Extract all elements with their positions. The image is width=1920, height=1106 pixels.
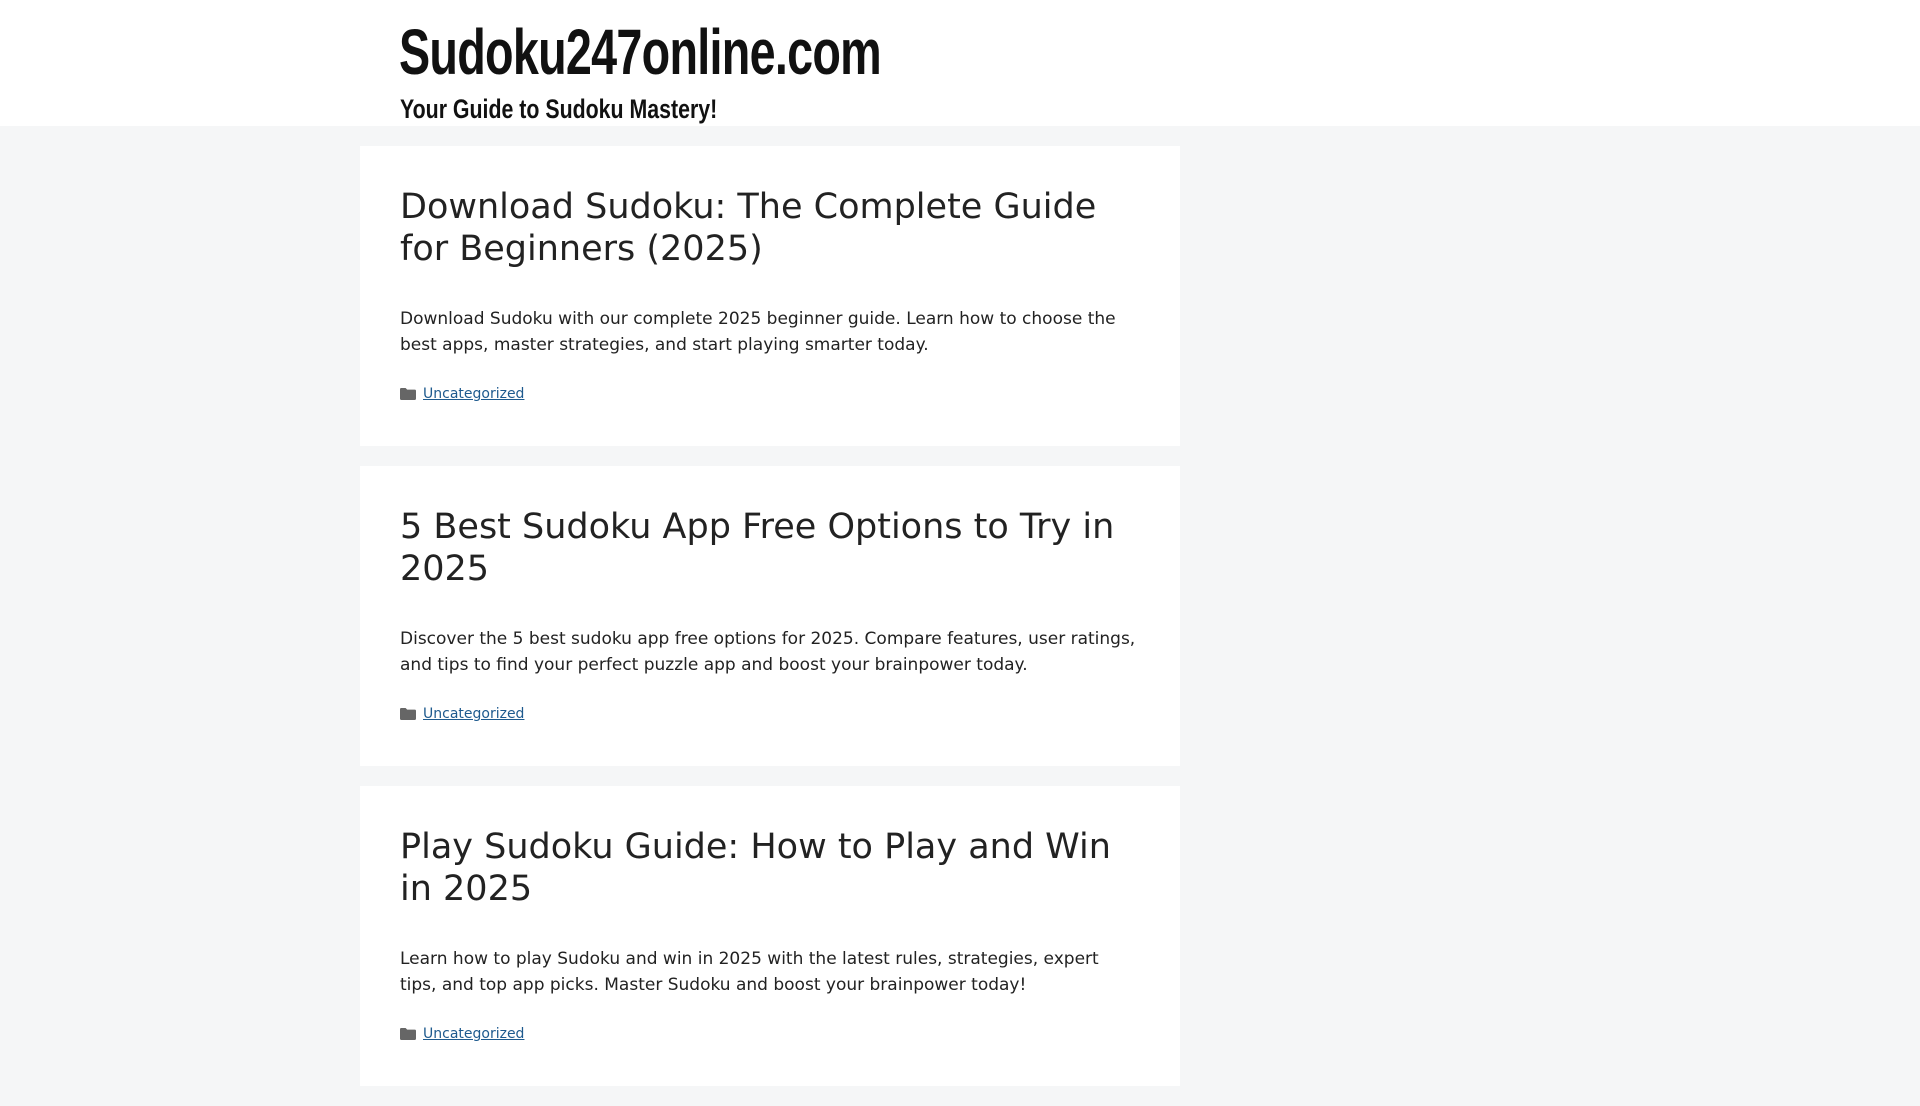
folder-icon [400,1028,416,1040]
post-category-meta: Uncategorized [400,384,1140,404]
post-excerpt: Discover the 5 best sudoku app free opti… [400,629,1136,675]
post-card: Download Sudoku: The Complete Guide for … [360,146,1180,446]
site-title: Sudoku247online.com [399,16,882,88]
post-title-link[interactable]: Download Sudoku: The Complete Guide for … [400,186,1140,270]
site-tagline: Your Guide to Sudoku Mastery! [400,94,718,124]
post-card: Play Sudoku Guide: How to Play and Win i… [360,786,1180,1086]
post-category-meta: Uncategorized [400,1024,1140,1044]
post-card: 5 Best Sudoku App Free Options to Try in… [360,466,1180,766]
category-link[interactable]: Uncategorized [423,386,524,402]
post-excerpt: Learn how to play Sudoku and win in 2025… [400,949,1099,995]
post-excerpt: Download Sudoku with our complete 2025 b… [400,309,1116,355]
site-header: Sudoku247online.com Your Guide to Sudoku… [0,0,1920,126]
post-category-meta: Uncategorized [400,704,1140,724]
folder-icon [400,388,416,400]
category-link[interactable]: Uncategorized [423,706,524,722]
site-logo-link[interactable]: Sudoku247online.com Your Guide to Sudoku… [399,16,939,124]
post-title-link[interactable]: 5 Best Sudoku App Free Options to Try in… [400,506,1140,590]
post-list: Download Sudoku: The Complete Guide for … [360,146,1180,1106]
post-title-link[interactable]: Play Sudoku Guide: How to Play and Win i… [400,826,1140,910]
category-link[interactable]: Uncategorized [423,1026,524,1042]
folder-icon [400,708,416,720]
